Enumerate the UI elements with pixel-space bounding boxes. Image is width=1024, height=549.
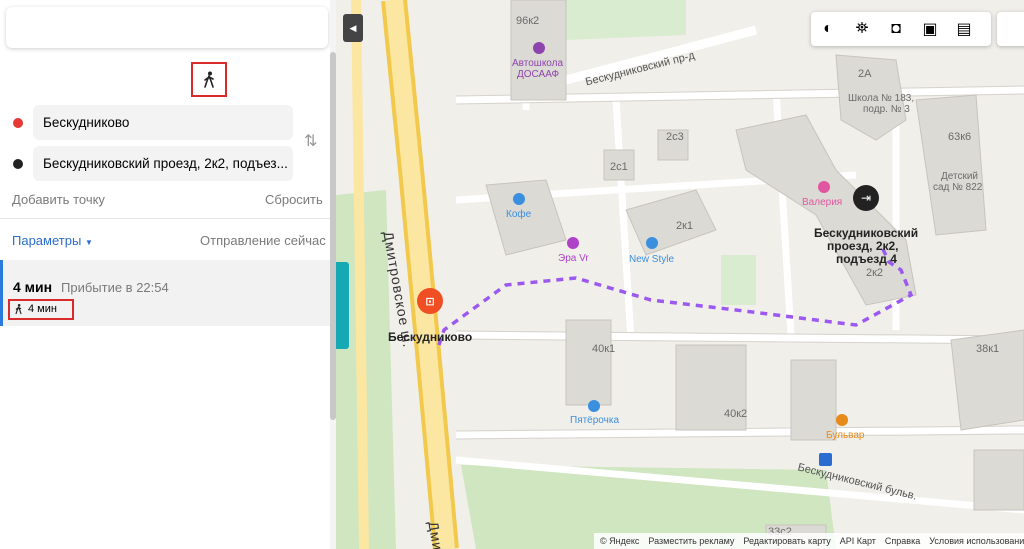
building-label: 2с1 xyxy=(610,161,628,173)
building-label: 2с3 xyxy=(666,131,684,143)
params-label: Параметры xyxy=(12,233,82,248)
transport-icon[interactable]: ▣ xyxy=(917,16,943,42)
departure-time-button[interactable]: Отправление сейчас xyxy=(200,233,326,248)
map-view[interactable]: Дмитровское ш. Дми Бескудниковский пр-д … xyxy=(336,0,1024,549)
poi-label: сад № 822 xyxy=(933,182,983,193)
to-point-dot xyxy=(13,159,23,169)
panorama-icon[interactable]: ⛯ xyxy=(849,16,875,42)
entrance-icon[interactable]: ⇥ xyxy=(853,185,879,211)
poi-label: ДОСААФ xyxy=(517,69,560,80)
station-label: Бескудниково xyxy=(388,330,473,344)
map-footer: © Яндекс Разместить рекламу Редактироват… xyxy=(594,533,1024,549)
school-icon[interactable] xyxy=(533,42,545,54)
footer-link[interactable]: Разместить рекламу xyxy=(648,536,734,546)
poi-label: Автошкола xyxy=(512,58,564,69)
route-panel: Бескудниково Бескудниковский проезд, 2к2… xyxy=(0,0,336,549)
walk-segment-badge: 4 мин xyxy=(8,299,74,320)
poi-label: Валерия xyxy=(802,197,843,208)
poi-label: подр. № 3 xyxy=(863,104,910,115)
from-field[interactable]: Бескудниково xyxy=(33,105,293,140)
building-label: 2А xyxy=(858,68,872,80)
route-arrival: Прибытие в 22:54 xyxy=(61,280,169,295)
reset-button[interactable]: Сбросить xyxy=(265,192,323,207)
poi-label: New Style xyxy=(629,254,675,265)
building-label: 38к1 xyxy=(976,343,1000,355)
poi-label: Бульвар xyxy=(826,430,865,441)
metro-icon[interactable] xyxy=(819,453,832,466)
route-duration: 4 мин xyxy=(13,279,53,295)
chevron-down-icon: ▼ xyxy=(84,238,93,247)
walking-mode-button[interactable] xyxy=(191,62,227,97)
footer-link[interactable]: API Карт xyxy=(840,536,876,546)
building-label: 2к2 xyxy=(866,267,884,279)
from-point-dot xyxy=(13,118,23,128)
building-label: 96к2 xyxy=(516,15,540,27)
swap-icon[interactable]: ⇅ xyxy=(304,131,324,151)
map-canvas xyxy=(336,0,1024,549)
train-station-icon[interactable]: ⊡ xyxy=(417,288,443,314)
cafe-icon[interactable] xyxy=(836,414,848,426)
destination-label: Бескудниковский xyxy=(814,226,919,240)
poi-label: Эра Vr xyxy=(558,253,589,264)
scissors-icon[interactable] xyxy=(646,237,658,249)
beauty-icon[interactable] xyxy=(818,181,830,193)
map-layers-toolbar: ◐ ⛯ ◘ ▣ ▤ xyxy=(811,12,991,46)
shop-icon[interactable] xyxy=(588,400,600,412)
copyright: © Яндекс xyxy=(600,536,640,546)
footer-link[interactable]: Условия использования xyxy=(929,536,1024,546)
poi-label: Школа № 183, xyxy=(848,93,915,104)
footer-link[interactable]: Редактировать карту xyxy=(743,536,830,546)
pedestrian-icon xyxy=(15,304,22,315)
building-label: 40к1 xyxy=(592,343,616,355)
photo-icon[interactable]: ◘ xyxy=(883,16,909,42)
route-option[interactable]: 4 мин Прибытие в 22:54 4 мин xyxy=(0,260,330,326)
poi-label: Кофе xyxy=(506,209,532,220)
pedestrian-icon xyxy=(204,71,214,88)
to-field[interactable]: Бескудниковский проезд, 2к2, подъез... xyxy=(33,146,293,181)
destination-label: подъезд 4 xyxy=(836,252,897,266)
search-input[interactable] xyxy=(6,7,328,48)
walk-time: 4 мин xyxy=(28,303,57,315)
collapse-panel-icon[interactable]: ◀ xyxy=(343,14,363,42)
cafe-icon[interactable] xyxy=(513,193,525,205)
params-dropdown[interactable]: Параметры ▼ xyxy=(12,233,93,248)
panel-toggle-tab[interactable] xyxy=(336,262,349,349)
poi-label: Пятёрочка xyxy=(570,415,620,426)
ruler-icon[interactable] xyxy=(997,12,1024,46)
add-point-button[interactable]: Добавить точку xyxy=(12,192,105,207)
divider xyxy=(0,218,330,219)
footer-link[interactable]: Справка xyxy=(885,536,920,546)
building-label: 63к6 xyxy=(948,131,972,143)
traffic-icon[interactable]: ◐ xyxy=(815,16,841,42)
vr-club-icon[interactable] xyxy=(567,237,579,249)
building-label: 40к2 xyxy=(724,408,748,420)
poi-label: Детский xyxy=(941,171,979,182)
building-label: 2к1 xyxy=(676,220,694,232)
destination-label: проезд, 2к2, xyxy=(827,239,899,253)
layers-icon[interactable]: ▤ xyxy=(951,16,977,42)
